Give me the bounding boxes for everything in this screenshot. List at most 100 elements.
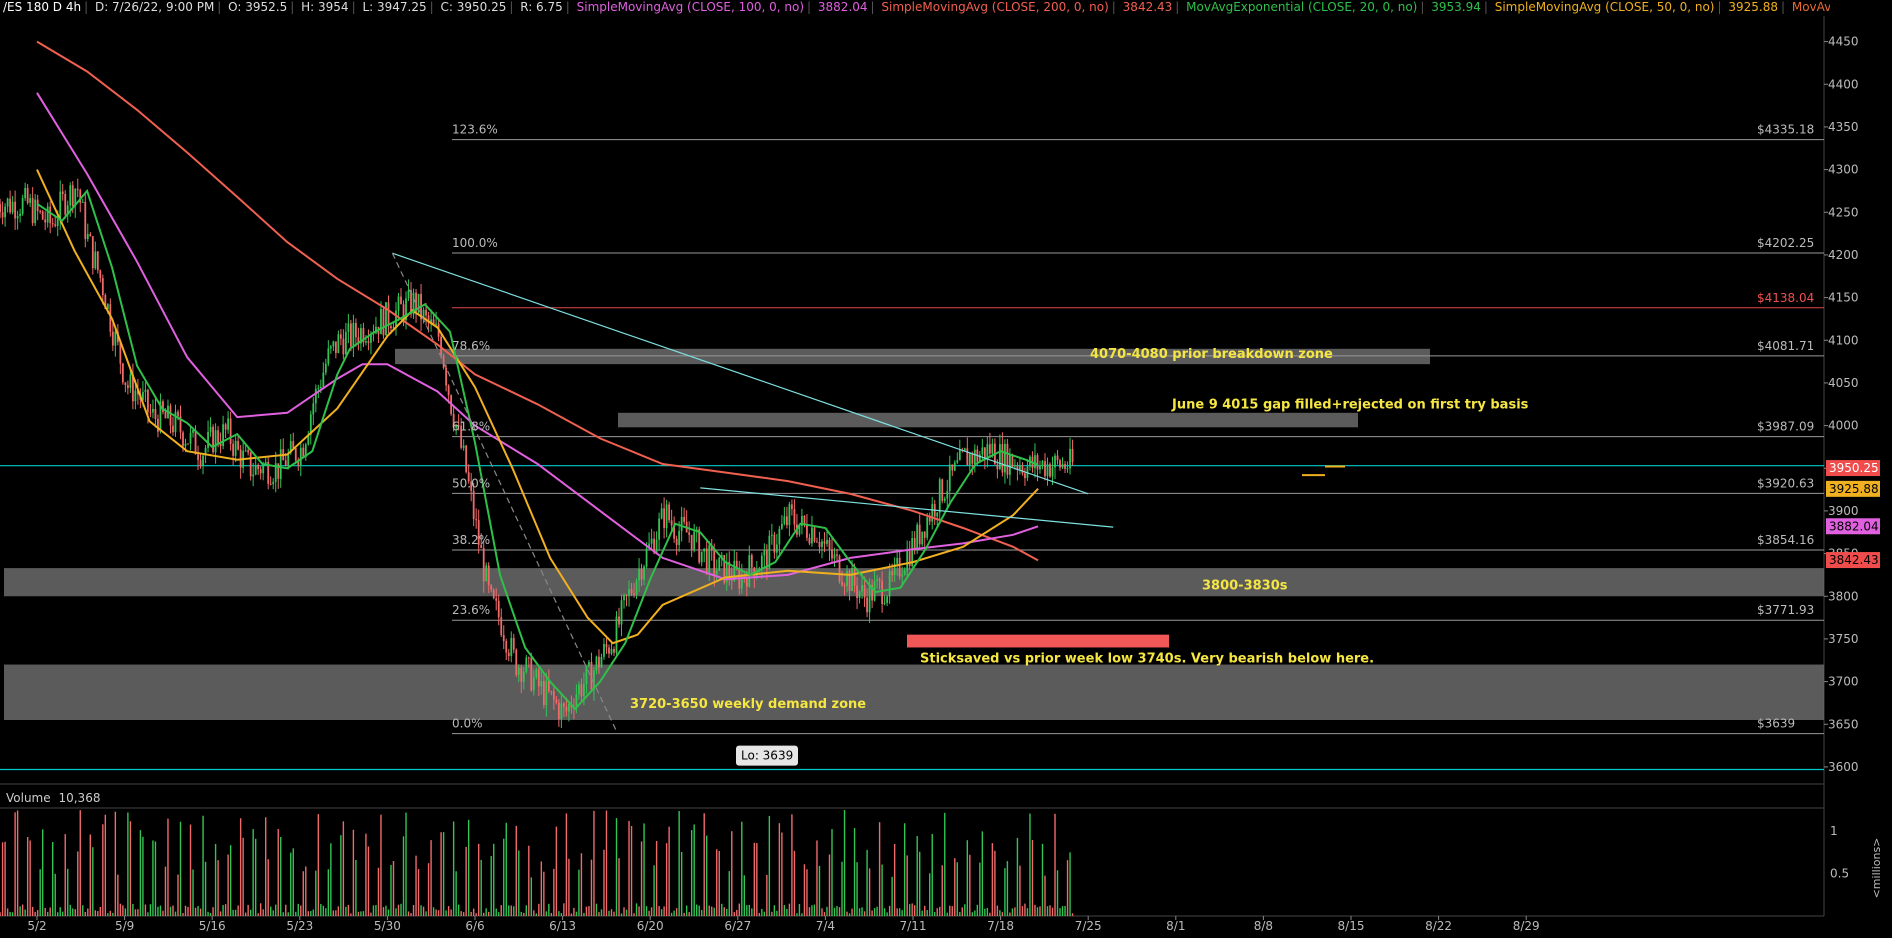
candle-body [324,363,327,373]
candle-body [948,464,951,492]
volume-title: Volume [6,791,51,805]
candle-body [172,425,174,433]
candle-body [339,334,342,339]
candle-body [1003,443,1006,473]
candle-body [84,201,87,239]
candle-body [1039,465,1041,470]
y-tick-label: 3700 [1828,675,1859,689]
candle-body [866,597,868,613]
candle-body [956,460,959,463]
candle-body [903,570,906,575]
candle-body [1071,448,1074,462]
fib-pct-label: 123.6% [452,123,498,137]
candle-body [19,213,22,217]
candle-body [344,332,347,355]
candle-body [232,443,235,456]
study-ema-label[interactable]: MovAvgExponential (CLOSE... [1789,0,1830,14]
candle-body [332,341,335,347]
candle-body [500,617,503,636]
candle-body [207,431,209,448]
y-tick-label: 3600 [1828,760,1859,774]
candle-body [693,531,696,551]
candle-body [868,584,871,613]
candle-body [670,520,673,526]
candle-body [124,382,127,386]
study-sma200-label[interactable]: SimpleMovingAvg (CLOSE, 200, 0, no) [878,0,1111,14]
candle-body [585,666,588,684]
study-sma100-label[interactable]: SimpleMovingAvg (CLOSE, 100, 0, no) [574,0,807,14]
symbol-label[interactable]: /ES 180 D 4h [0,0,84,14]
study-sma50-value: 3925.88 [1728,0,1778,14]
candle-body [966,448,969,466]
candle-body [946,491,949,499]
price-chart[interactable]: 123.6% $4335.18100.0% $4202.2578.6% $4081.7… [0,0,1892,938]
candle-body [187,443,189,445]
zone-band [4,664,1824,720]
candle-body [229,418,232,444]
candle-body [565,706,568,712]
candle-body [715,570,718,575]
fib-pct-label: 50.0% [452,476,490,490]
candle-body [813,527,816,542]
candle-body [703,548,706,552]
candle-body [299,447,302,465]
candle-body [515,649,518,675]
candle-body [317,387,320,389]
candle-body [209,426,212,432]
x-tick-label: 7/4 [816,919,835,933]
study-ema20-label[interactable]: MovAvgExponential (CLOSE, 20, 0, no) [1183,0,1420,14]
candle-body [342,338,345,355]
candle-body [991,443,994,454]
fib-pct-label: 61.8% [452,420,490,434]
zone-label: 3800-3830s [1202,578,1288,593]
candle-body [620,600,623,625]
y-tick-label: 3900 [1828,504,1859,518]
candle-body [502,635,505,642]
candle-body [981,447,984,455]
candle-body [562,703,565,707]
y-tick-label: 4400 [1828,77,1859,91]
candle-body [382,308,385,336]
candle-body [831,549,833,559]
candle-body [658,518,661,540]
candle-body [487,565,490,586]
candle-body [337,334,340,353]
volume-value: 10,368 [58,791,101,805]
candle-body [147,389,149,412]
study-sma50-label[interactable]: SimpleMovingAvg (CLOSE, 50, 0, no) [1492,0,1718,14]
x-tick-label: 8/1 [1166,919,1185,933]
candle-body [1051,467,1054,477]
candle-body [59,191,62,220]
candle-body [134,390,137,402]
candle-body [851,567,853,591]
candle-body [380,308,382,335]
fib-pct-label: 23.6% [452,603,490,617]
candle-body [600,656,603,668]
candle-body [643,566,645,580]
candle-body [527,657,530,659]
candle-body [928,517,931,522]
candle-body [56,219,59,226]
candle-body [292,441,295,449]
candle-body [11,201,14,213]
candle-body [863,585,866,598]
y-tick-label: 3750 [1828,632,1859,646]
candle-body [906,550,909,571]
candle-body [791,504,793,510]
candle-body [650,538,653,544]
candle-body [816,541,818,543]
candle-body [284,460,287,466]
candle-body [4,206,6,218]
candle-body [259,469,262,474]
candle-body [101,278,104,296]
candle-body [1006,443,1009,475]
candle-body [355,322,357,338]
candle-body [921,531,924,545]
open-readout: O: 3952.5 [228,0,288,14]
candle-body [1021,466,1024,474]
candle-body [1064,464,1066,469]
range-readout: R: 6.75 [520,0,563,14]
candle-body [1009,454,1011,475]
candle-body [1014,465,1016,467]
candle-body [846,570,848,587]
